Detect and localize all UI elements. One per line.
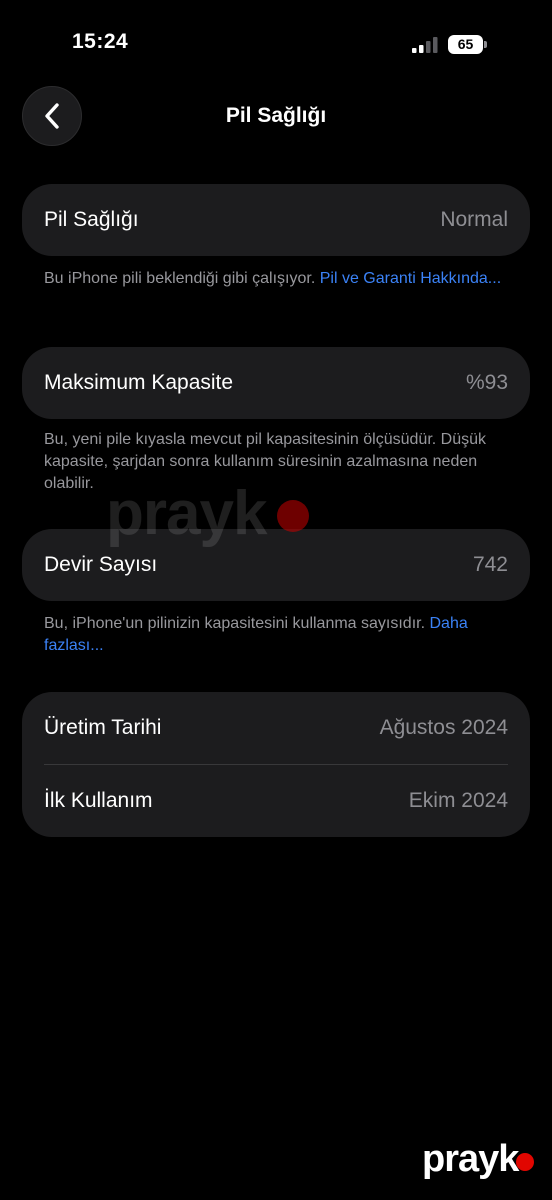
battery-health-value: Normal [440,208,508,231]
battery-warranty-link[interactable]: Pil ve Garanti Hakkında... [320,270,501,287]
cycle-count-value: 742 [472,553,508,576]
battery-level: 65 [457,36,474,52]
first-use-row: İlk Kullanım Ekim 2024 [22,765,530,837]
battery-health-note: Bu iPhone pili beklendiği gibi çalışıyor… [44,268,514,290]
manufacture-date-row: Üretim Tarihi Ağustos 2024 [22,692,530,764]
battery-icon: 65 [448,35,488,54]
cycle-count-note: Bu, iPhone'un pilinizin kapasitesini kul… [44,613,514,657]
manufacture-date-label: Üretim Tarihi [44,716,162,739]
page-title: Pil Sağlığı [225,104,327,127]
cycle-count-note-text: Bu, iPhone'un pilinizin kapasitesini kul… [44,615,430,632]
first-use-label: İlk Kullanım [44,789,153,812]
max-capacity-label: Maksimum Kapasite [44,371,234,394]
battery-health-row[interactable]: Pil Sağlığı Normal [22,184,530,256]
cellular-signal-icon [412,37,438,53]
cycle-count-card: Devir Sayısı 742 [22,529,530,601]
back-button[interactable] [22,86,82,146]
first-use-value: Ekim 2024 [408,789,508,812]
status-bar: 15:24 65 [0,0,552,90]
max-capacity-value: %93 [465,371,508,394]
watermark-dot-corner [516,1153,534,1171]
battery-health-label: Pil Sağlığı [44,208,139,231]
max-capacity-card: Maksimum Kapasite %93 [22,347,530,419]
watermark-dot-center [277,500,309,532]
chevron-left-icon [45,103,59,129]
watermark-logo-center: prayk [106,479,267,548]
manufacture-date-value: Ağustos 2024 [379,716,508,739]
cycle-count-row: Devir Sayısı 742 [22,529,530,601]
cycle-count-label: Devir Sayısı [44,553,158,576]
dates-card: Üretim Tarihi Ağustos 2024 İlk Kullanım … [22,692,530,837]
battery-health-card: Pil Sağlığı Normal [22,184,530,256]
status-time: 15:24 [72,30,129,53]
max-capacity-row: Maksimum Kapasite %93 [22,347,530,419]
navigation-bar: Pil Sağlığı [0,86,552,146]
watermark-logo-corner: prayk [422,1138,519,1180]
battery-health-note-text: Bu iPhone pili beklendiği gibi çalışıyor… [44,270,320,287]
